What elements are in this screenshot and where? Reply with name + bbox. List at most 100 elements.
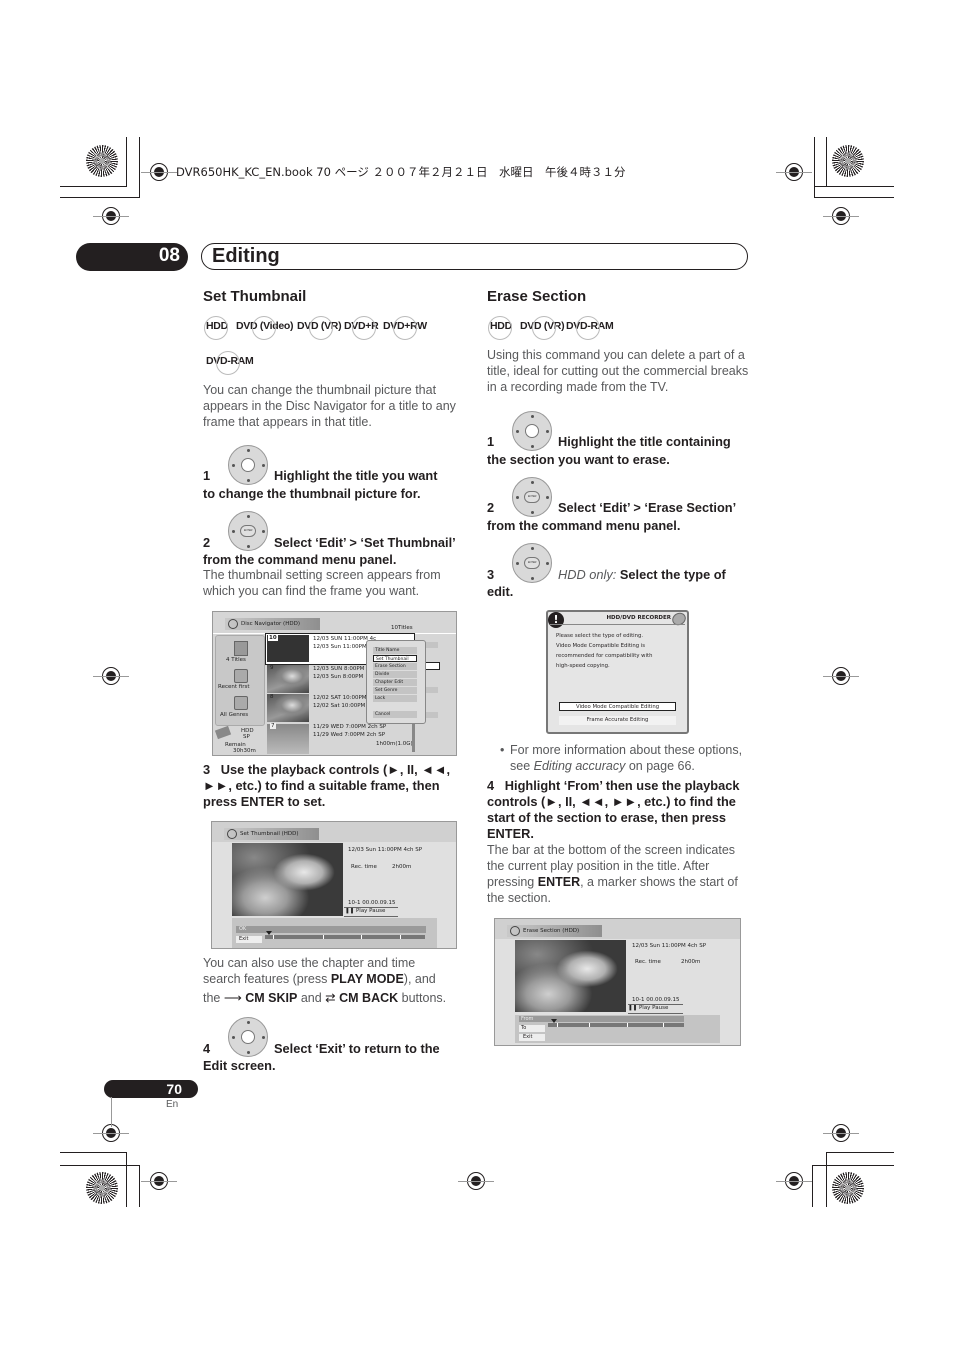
disc-badge: DVD+RW: [383, 316, 427, 340]
disc-badge: DVD (VR): [520, 316, 565, 340]
step-text: Highlight the title containing: [558, 434, 731, 449]
step-text: the section you want to erase.: [487, 452, 670, 467]
disc-badge: DVD (VR): [297, 316, 342, 340]
disc-compatibility-set-thumbnail: HDD DVD (Video) DVD (VR) DVD+R DVD+RW DV…: [203, 316, 473, 378]
step-number: 3: [487, 567, 495, 582]
titles-list-icon: [234, 641, 248, 656]
screen-title-bar: Disc Navigator (HDD): [225, 618, 320, 630]
menu-item-erase-section[interactable]: Erase Section: [373, 663, 417, 670]
genres-icon: [234, 696, 248, 710]
menu-item-set-genre[interactable]: Set Genre: [373, 687, 417, 694]
step-text: from the command menu panel.: [203, 552, 397, 567]
recorder-dialog: ! HDD/DVD RECORDER Please select the typ…: [546, 610, 689, 734]
navigator-sidebar: 4 Titles Recent first All Genres: [215, 635, 265, 726]
disc-icon: [669, 610, 689, 628]
registration-mark-icon: [823, 207, 859, 225]
position-marker-icon: [266, 931, 272, 935]
disc-badge: HDD: [204, 316, 228, 340]
step-text: Select ‘Exit’ to return to the: [274, 1041, 440, 1056]
dpad-icon: [512, 411, 552, 451]
step-note: The thumbnail setting screen appears fro…: [203, 568, 441, 598]
set-thumbnail-screen: Set Thumbnail (HDD) 12/03 Sun 11:00PM 4c…: [211, 821, 457, 949]
position-marker-icon: [551, 1019, 557, 1023]
step-number: 1: [487, 434, 495, 449]
step-number: 1: [203, 468, 211, 483]
menu-item-title-name[interactable]: Title Name: [373, 647, 417, 654]
step-4-note: The bar at the bottom of the screen indi…: [487, 843, 738, 905]
title-row[interactable]: 11/29 WED 7:00PM 2ch SP: [313, 724, 386, 730]
registration-mark-icon: [141, 163, 177, 181]
sidebar-item-titles[interactable]: 4 Titles: [226, 657, 246, 663]
screen-title-bar: Set Thumbnail (HDD): [224, 828, 319, 840]
step-text: Select ‘Edit’ > ‘Set Thumbnail’: [274, 535, 456, 550]
dpad-enter-icon: [512, 477, 552, 517]
recent-first-icon: [234, 669, 248, 683]
step-4-text: 4 Highlight ‘From’ then use the playback…: [487, 778, 740, 841]
sidebar-item-sort[interactable]: Recent first: [218, 684, 250, 690]
step-text: Select ‘Edit’ > ‘Erase Section’: [558, 500, 737, 515]
disc-badge: DVD (Video): [236, 316, 293, 340]
also-text: You can also use the chapter and time se…: [203, 956, 447, 1005]
cm-skip-icon: ⟶: [223, 991, 242, 1005]
language-label: En: [166, 1099, 179, 1110]
disc-icon: [227, 829, 237, 839]
dpad-enter-icon: [228, 511, 268, 551]
disc-icon: [228, 619, 238, 629]
disc-icon: [510, 926, 520, 936]
print-header: DVR650HK_KC_EN.book 70 ページ ２００７年２月２１日 水曜…: [176, 165, 626, 179]
video-preview: [515, 940, 626, 1012]
position-bar[interactable]: [265, 935, 425, 939]
title-count: 10Titles: [391, 625, 413, 631]
registration-mark-icon: [93, 207, 129, 225]
menu-item-set-thumbnail[interactable]: Set Thumbnail: [373, 655, 417, 662]
option-video-mode-compatible[interactable]: Video Mode Compatible Editing: [559, 702, 676, 711]
step-text: to change the thumbnail picture for.: [203, 486, 421, 501]
disc-badge: HDD: [488, 316, 512, 340]
starburst-mark-icon: [832, 145, 864, 177]
bullet-note: • For more information about these optio…: [500, 743, 743, 773]
dpad-icon: [228, 1017, 268, 1057]
hdd-icon: [214, 725, 232, 740]
menu-item-chapter-edit[interactable]: Chapter Edit: [373, 679, 417, 686]
disc-navigator-screen: Disc Navigator (HDD) 10Titles 4 Titles R…: [212, 611, 457, 756]
dialog-message: Please select the type of editing. Video…: [556, 633, 653, 669]
option-frame-accurate[interactable]: Frame Accurate Editing: [559, 716, 676, 725]
warning-icon: !: [548, 612, 564, 628]
exit-button[interactable]: Exit: [236, 936, 262, 943]
position-bar[interactable]: [548, 1023, 684, 1027]
sidebar-item-genres[interactable]: All Genres: [220, 712, 248, 718]
title-row[interactable]: 12/02 SAT 10:00PM: [313, 695, 367, 701]
step-text: edit.: [487, 584, 514, 599]
playback-status: ❚❚ Play Pause: [628, 1005, 669, 1011]
section-title-set-thumbnail: Set Thumbnail: [203, 288, 307, 305]
registration-mark-icon: [823, 667, 859, 685]
step-text: Highlight the title you want: [274, 468, 438, 483]
disc-badge: DVD-RAM: [206, 351, 254, 375]
chapter-number-tab: 08: [76, 243, 188, 271]
disc-badge: DVD-RAM: [566, 316, 614, 340]
menu-item-cancel[interactable]: Cancel: [373, 711, 417, 718]
exit-button[interactable]: Exit: [519, 1034, 545, 1041]
title-row[interactable]: 12/03 SUN 8:00PM: [313, 666, 364, 672]
scrollbar[interactable]: [412, 724, 415, 752]
disc-badge: DVD+R: [344, 316, 379, 340]
step-text: Edit screen.: [203, 1058, 276, 1073]
dpad-icon: [228, 445, 268, 485]
playback-status: ❚❚ Play Pause: [345, 908, 386, 914]
registration-mark-icon: [823, 1124, 859, 1142]
registration-mark-icon: [141, 1172, 177, 1190]
starburst-mark-icon: [832, 1172, 864, 1204]
video-preview: [232, 843, 343, 916]
to-button[interactable]: To: [519, 1025, 545, 1032]
registration-mark-icon: [458, 1172, 494, 1190]
menu-item-lock[interactable]: Lock: [373, 695, 417, 702]
step-3-text: 3 Use the playback controls (►, II, ◄◄, …: [203, 762, 451, 809]
section-title-erase-section: Erase Section: [487, 288, 587, 305]
step-number: 2: [487, 500, 495, 515]
menu-item-divide[interactable]: Divide: [373, 671, 417, 678]
from-button[interactable]: From: [519, 1016, 684, 1022]
command-menu: Title Name Set Thumbnail Erase Section D…: [366, 640, 426, 724]
disc-compatibility-erase-section: HDD DVD (VR) DVD-RAM: [487, 316, 687, 343]
ok-button[interactable]: OK: [236, 926, 426, 933]
dpad-enter-icon: [512, 543, 552, 583]
